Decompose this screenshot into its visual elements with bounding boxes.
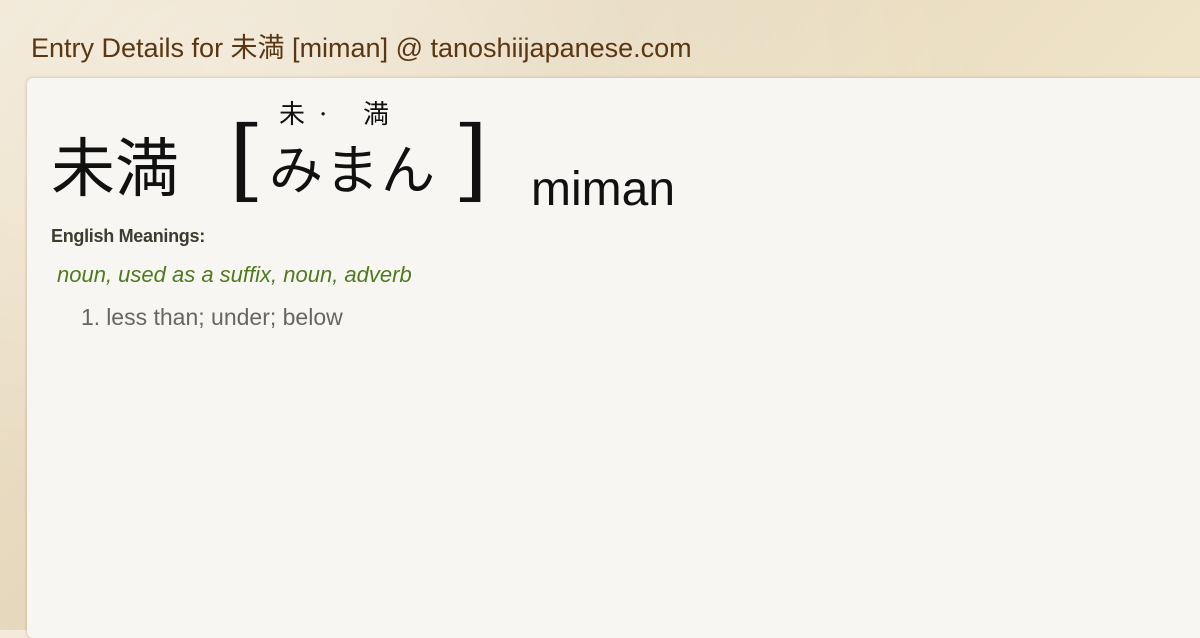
entry-kana-reading: みまん — [269, 139, 437, 202]
furigana-char: 未 — [279, 100, 306, 130]
definition-number: 1. — [81, 304, 101, 330]
reading-bracket-open: [ — [229, 107, 265, 212]
page-title: Entry Details for 未満 [miman] @ tanoshiij… — [31, 33, 692, 63]
entry-kanji: 未満 — [51, 133, 179, 207]
parts-of-speech: noun, used as a suffix, noun, adverb — [57, 262, 412, 287]
entry-romaji: miman — [531, 163, 676, 216]
furigana-char: 満 — [363, 100, 390, 130]
definitions-list: 1. less than; under; below — [81, 304, 343, 331]
english-meanings-label: English Meanings: — [51, 226, 205, 246]
entry-card: 未満 [ 未 · 満 みまん ] miman English Meanings:… — [27, 78, 1200, 638]
definition-text: less than; under; below — [106, 304, 343, 330]
definition-item: 1. less than; under; below — [81, 304, 343, 331]
page-header: Entry Details for 未満 [miman] @ tanoshiij… — [31, 30, 1180, 70]
reading-bracket-close: ] — [453, 107, 489, 212]
furigana-separator: · — [319, 100, 328, 130]
